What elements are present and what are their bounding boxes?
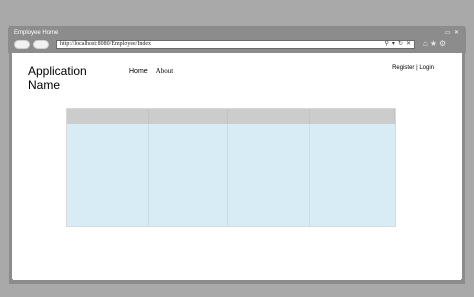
home-icon[interactable]: ⌂ xyxy=(423,39,430,48)
back-button[interactable] xyxy=(14,40,30,49)
address-url[interactable]: http://localhost:8080/Employee/Index xyxy=(60,41,151,48)
table-cell xyxy=(228,124,310,226)
table-header-cell xyxy=(149,109,228,124)
nav-home-link[interactable]: Home xyxy=(129,68,148,75)
star-icon[interactable]: ★ xyxy=(430,39,439,48)
search-icon[interactable]: ⚲ xyxy=(385,41,389,47)
auth-links[interactable]: Register | Login xyxy=(392,65,434,71)
employee-table xyxy=(66,108,396,227)
dropdown-icon[interactable]: ▾ xyxy=(392,41,395,47)
table-header-cell xyxy=(228,109,310,124)
browser-tool-icons: ⌂★⚙ xyxy=(423,39,448,48)
table-cell xyxy=(310,124,395,226)
address-bar[interactable]: http://localhost:8080/Employee/Index ⚲ ▾ ↻… xyxy=(56,40,415,49)
app-name[interactable]: Application Name xyxy=(28,64,108,92)
close-icon[interactable]: ✕ xyxy=(406,41,411,47)
gear-icon[interactable]: ⚙ xyxy=(439,39,448,48)
nav-about-link[interactable]: About xyxy=(156,67,174,75)
refresh-icon[interactable]: ↻ xyxy=(398,41,403,47)
table-header-cell xyxy=(67,109,149,124)
table-cell xyxy=(67,124,149,226)
forward-button[interactable] xyxy=(33,40,49,49)
address-icons: ⚲ ▾ ↻ ✕ xyxy=(382,41,411,48)
table-header-cell xyxy=(310,109,395,124)
site-nav: Home About xyxy=(129,67,179,75)
table-cell xyxy=(149,124,228,226)
